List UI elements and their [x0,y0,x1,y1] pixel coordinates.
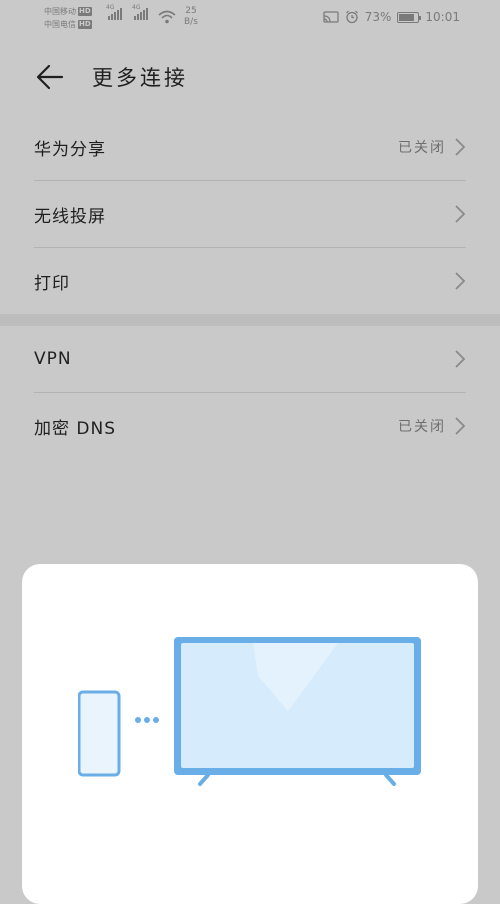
network-type-1: 4G [106,4,115,11]
carrier-info: 中国移动 HD 中国电信 HD [44,5,92,31]
phone-to-tv-illustration [78,637,421,786]
chevron-right-icon [455,138,466,156]
setting-label: 华为分享 [34,139,106,160]
battery-icon [397,11,422,23]
setting-value: 已关闭 [398,419,446,435]
clock-time: 10:01 [425,10,460,24]
setting-label: 加密 DNS [34,418,117,439]
page-title: 更多连接 [92,66,188,90]
setting-row-wireless-projection[interactable]: 无线投屏 [34,181,466,248]
battery-percent: 73% [364,10,392,24]
speed-value: 25 [185,6,197,16]
app-header: 更多连接 [0,56,500,100]
phone-icon [78,690,121,777]
carrier-1: 中国移动 [44,7,76,16]
chevron-right-icon [455,205,466,223]
arrow-left-icon[interactable] [36,64,64,90]
signal-icon-1: 4G [106,4,122,20]
section-divider [0,314,500,326]
connection-dots-icon [135,717,159,723]
network-type-2: 4G [132,4,141,11]
tv-icon [174,637,421,786]
setting-row-vpn[interactable]: VPN [34,326,466,393]
hd-badge-1: HD [78,7,92,16]
signal-icon-2: 4G [132,4,148,20]
wifi-icon [158,10,176,24]
chevron-right-icon [455,272,466,290]
screen-cast-icon [323,11,339,23]
chevron-right-icon [455,350,466,368]
setting-label: 打印 [34,273,70,294]
setting-row-print[interactable]: 打印 [34,248,466,314]
setting-row-encrypted-dns[interactable]: 加密 DNS 已关闭 [34,393,466,459]
hd-badge-2: HD [78,20,92,29]
chevron-right-icon [455,417,466,435]
settings-group-1: 华为分享 已关闭 无线投屏 打印 [0,114,500,314]
status-bar: 中国移动 HD 中国电信 HD 4G 4G 25 B/s 73% 10:01 [0,0,500,36]
setting-row-huawei-share[interactable]: 华为分享 已关闭 [34,114,466,181]
carrier-2: 中国电信 [44,20,76,29]
alarm-clock-icon [345,10,358,24]
setting-label: 无线投屏 [34,206,106,227]
settings-group-2: VPN 加密 DNS 已关闭 [0,326,500,459]
projection-dialog-card [22,564,478,904]
network-speed: 25 B/s [184,6,198,28]
speed-unit: B/s [184,17,198,27]
setting-value: 已关闭 [398,140,446,156]
status-right: 73% 10:01 [323,10,460,24]
setting-label: VPN [34,349,72,369]
